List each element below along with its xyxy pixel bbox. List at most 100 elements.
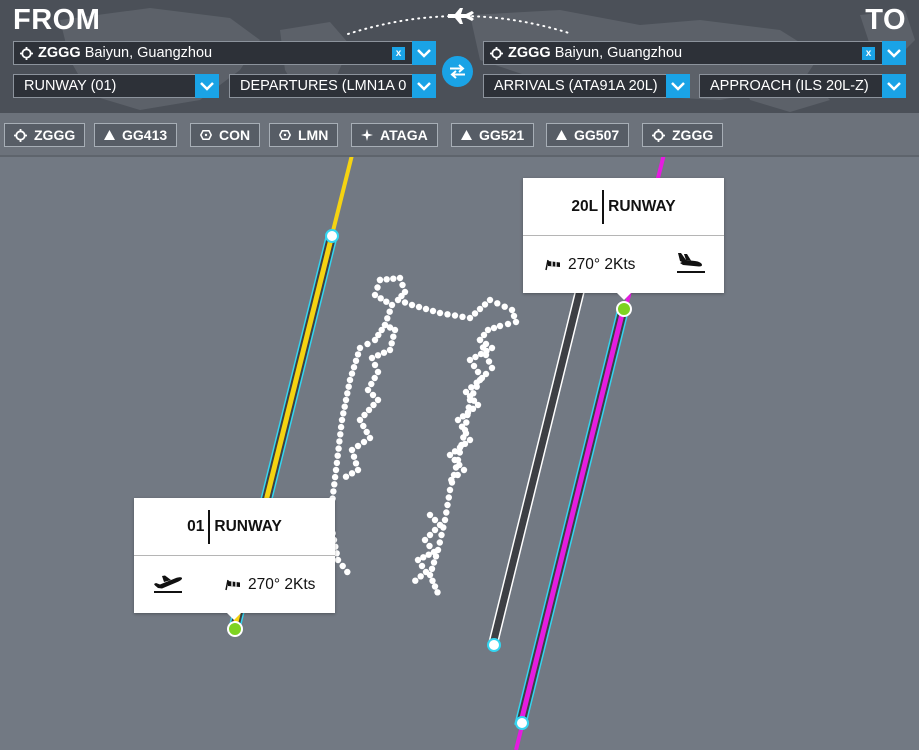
route-node[interactable] [487,638,501,652]
terminal-dot [448,476,455,484]
terminal-dot [434,589,441,596]
terminal-dot [458,423,466,430]
terminal-dot [430,559,438,566]
terminal-dot [446,451,454,459]
approach-procedure-dropdown[interactable] [882,74,906,98]
departure-runway-dropdown[interactable] [195,74,219,98]
terminal-dot [342,396,350,404]
triangle-icon [556,130,567,140]
departure-procedure-select[interactable]: DEPARTURES (LMN1A 0 [229,74,436,98]
terminal-dot [485,358,493,365]
route-node[interactable] [325,229,339,243]
terminal-dot [510,312,518,320]
runway-threshold-marker[interactable] [616,301,632,317]
terminal-dot [335,445,342,452]
clear-departure-button[interactable]: x [392,47,405,60]
terminal-dot [366,434,374,442]
waypoint-chip[interactable]: LMN [269,123,339,147]
terminal-dot [363,428,370,436]
terminal-dot [341,403,348,410]
terminal-dot [456,461,463,469]
airport-icon [490,47,503,60]
terminal-dot [371,374,378,382]
terminal-dot [388,301,396,309]
terminal-dot [354,442,362,450]
route-node[interactable] [515,716,529,730]
terminal-dot [330,488,337,495]
arrival-airport-field[interactable]: ZGGG Baiyun, Guangzhou x [483,41,906,65]
waypoint-chip[interactable]: GG413 [94,123,178,147]
terminal-dot [466,356,474,364]
wind-readout: 270° 2Kts [568,256,636,273]
waypoint-chip[interactable]: ZGGG [4,123,86,147]
airport-icon [20,47,33,60]
terminal-dot [446,486,454,494]
terminal-dot [396,274,404,282]
runway-threshold-marker[interactable] [227,621,243,637]
terminal-dot [431,583,439,590]
approach-procedure-value: APPROACH (ILS 20L-Z) [710,78,869,94]
approach-procedure-select[interactable]: APPROACH (ILS 20L-Z) [699,74,906,98]
terminal-dot [443,509,450,516]
terminal-dot [401,299,409,306]
terminal-dot [337,423,345,431]
terminal-dot [371,291,379,299]
arrival-airport-dropdown[interactable] [882,41,906,65]
terminal-dot [371,336,379,344]
departure-airport-dropdown[interactable] [412,41,436,65]
terminal-dot [350,453,358,460]
waypoint-label: ZGGG [34,127,76,143]
waypoint-chip[interactable]: ZGGG [642,123,724,147]
terminal-dot [339,562,346,570]
terminal-dot [429,307,437,315]
clear-arrival-button[interactable]: x [862,47,875,60]
terminal-dot [391,326,399,334]
terminal-dot [345,383,352,390]
departure-runway-select[interactable]: RUNWAY (01) [13,74,219,98]
waypoint-chip[interactable]: ATAGA [351,123,438,147]
waypoint-chip[interactable]: CON [190,123,261,147]
waypoint-bar: ZGGG GG413 CON LMN ATAGA GG521 GG507 ZGG… [0,113,919,157]
terminal-dot [488,344,496,352]
terminal-dot [482,340,490,348]
terminal-dot [346,376,354,384]
terminal-dot [412,577,419,584]
departure-airport-field[interactable]: ZGGG Baiyun, Guangzhou x [13,41,436,65]
terminal-dot [390,333,397,340]
terminal-dot [431,526,439,534]
terminal-dot [483,347,490,355]
chevron-down-icon [887,48,901,58]
terminal-dot [374,352,382,359]
terminal-dot [436,521,444,529]
waypoint-label: ZGGG [672,127,714,143]
waypoint-label: ATAGA [380,127,428,143]
wind-readout: 270° 2Kts [248,576,316,593]
departure-runway-card[interactable]: 01 RUNWAY 270° 2Kts [134,498,335,620]
terminal-dot [364,386,372,394]
departure-procedure-value: DEPARTURES (LMN1A 0 [240,78,407,94]
terminal-dot [426,511,434,519]
terminal-dot [376,276,384,284]
airport-icon [14,128,27,142]
runway-number: 01 [187,517,205,535]
terminal-dot [344,390,351,397]
terminal-dot [436,539,443,546]
arrival-procedure-select[interactable]: ARRIVALS (ATA91A 20L) [483,74,690,98]
waypoint-chip[interactable]: GG521 [451,123,535,147]
terminal-dot [348,370,356,377]
waypoint-label: GG521 [479,127,525,143]
terminal-dot [368,380,375,388]
arrival-procedure-dropdown[interactable] [666,74,690,98]
departure-procedure-dropdown[interactable] [412,74,436,98]
swap-airports-button[interactable] [442,56,473,87]
terminal-dot [365,406,373,414]
arrival-runway-card[interactable]: 20L RUNWAY 270° 2Kts [523,178,724,300]
departure-runway-value: RUNWAY (01) [24,78,117,94]
terminal-dot [352,357,360,364]
terminal-dot [512,318,520,326]
terminal-dot [348,470,356,477]
waypoint-chip[interactable]: GG507 [546,123,630,147]
terminal-dot [444,501,451,509]
runway-number: 20L [571,197,599,215]
terminal-dot [417,573,424,580]
